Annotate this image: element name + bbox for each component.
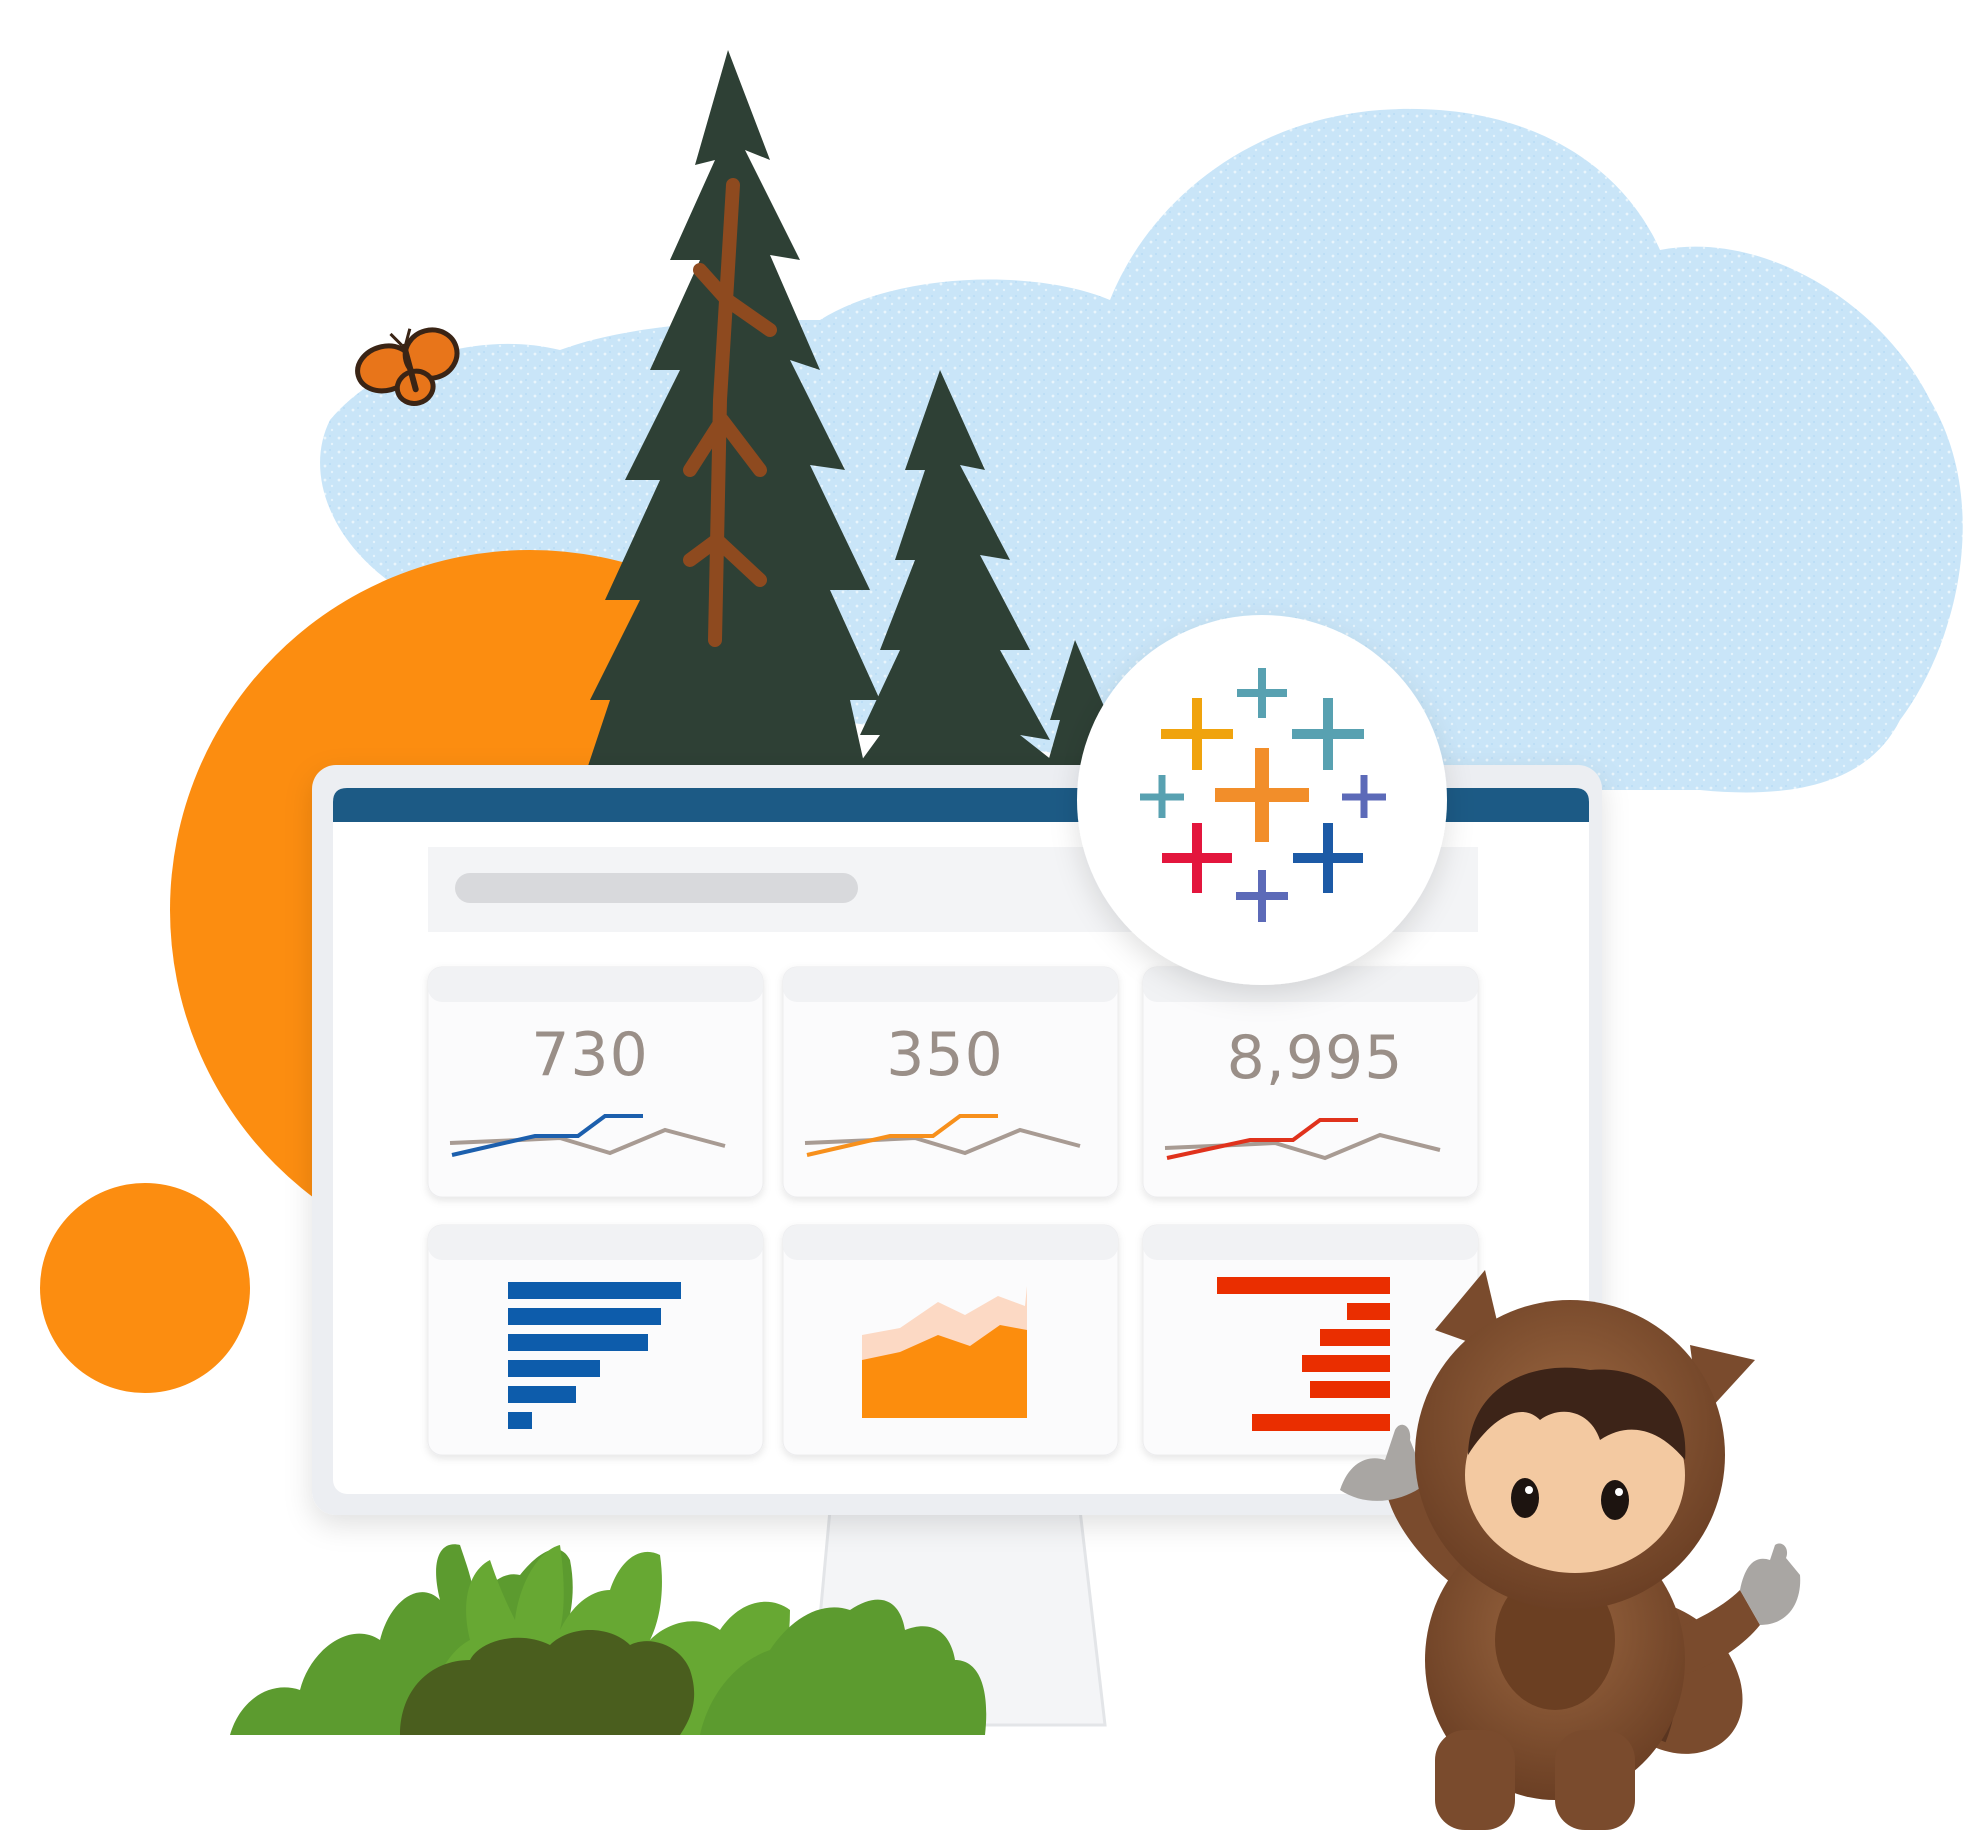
metric-value-3: 8,995 [1227, 1023, 1404, 1093]
bar [508, 1308, 661, 1325]
metric-card-3[interactable]: 8,995 [1142, 966, 1479, 1198]
mascot-eye-right [1601, 1480, 1629, 1520]
bar [1320, 1329, 1390, 1346]
tableau-logo-badge [1077, 615, 1447, 985]
card-header [783, 967, 1118, 1002]
area-chart-card[interactable] [782, 1224, 1119, 1456]
bar [1347, 1303, 1390, 1320]
card-header [1143, 1225, 1478, 1260]
mascot-leg-right [1555, 1730, 1635, 1830]
bar [508, 1386, 576, 1403]
bar-chart-card[interactable] [427, 1224, 764, 1456]
search-placeholder-bar[interactable] [455, 873, 858, 903]
bar [1252, 1414, 1390, 1431]
bar [508, 1282, 681, 1299]
metric-card-2[interactable]: 350 [782, 966, 1119, 1198]
bar [508, 1334, 648, 1351]
mascot-eye-right-shine [1615, 1488, 1623, 1496]
bar [508, 1360, 600, 1377]
card-header [428, 967, 763, 1002]
metric-card-1[interactable]: 730 [427, 966, 764, 1198]
metric-value-2: 350 [886, 1020, 1004, 1090]
card-header [428, 1225, 763, 1260]
marketing-illustration: 730 350 8,995 [40, 50, 1963, 1830]
bar [1217, 1277, 1390, 1294]
bar [1302, 1355, 1390, 1372]
metric-cards: 730 350 8,995 [427, 966, 1479, 1198]
metric-value-1: 730 [531, 1020, 649, 1090]
mascot-eye-left-shine [1525, 1486, 1533, 1494]
chart-cards [427, 1224, 1479, 1456]
card-header [783, 1225, 1118, 1260]
mascot-eye-left [1511, 1478, 1539, 1518]
mascot-leg-left [1435, 1730, 1515, 1830]
bar [508, 1412, 532, 1429]
small-orange-dot [40, 1183, 250, 1393]
bar [1310, 1381, 1390, 1398]
